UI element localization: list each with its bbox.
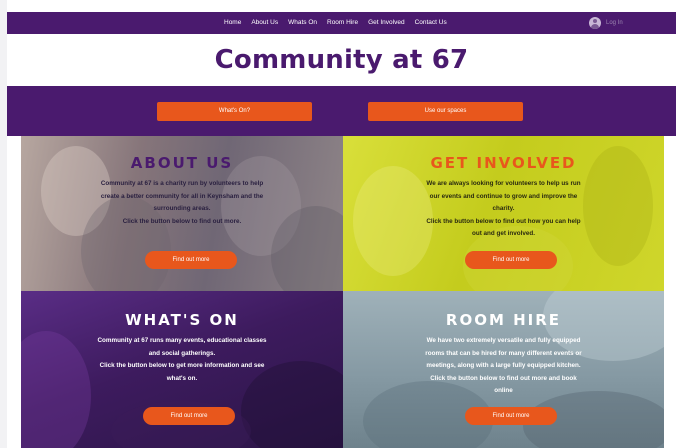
nav-link-contact-us[interactable]: Contact Us — [410, 12, 452, 34]
get-involved-content: GET INVOLVED We are always looking for v… — [343, 136, 664, 291]
get-involved-line: charity. — [492, 205, 515, 212]
whats-on-line: and social gatherings. — [148, 349, 216, 357]
room-hire-heading: ROOM HIRE — [445, 311, 562, 329]
login-label: Log In — [606, 20, 623, 26]
about-us-tile: ABOUT US Community at 67 is a charity ru… — [21, 136, 343, 291]
about-us-line: create a better community for all in Key… — [100, 192, 264, 200]
room-hire-line: Click the button below to find out more … — [430, 374, 577, 382]
whats-on-text: Community at 67 runs many events, educat… — [21, 335, 343, 385]
whats-on-line: what's on. — [166, 374, 198, 382]
cta-band: What's On? Use our spaces — [7, 86, 676, 136]
page: Home About Us Whats On Room Hire Get Inv… — [7, 0, 676, 448]
about-us-heading: ABOUT US — [130, 154, 234, 172]
nav-links: Home About Us Whats On Room Hire Get Inv… — [219, 12, 452, 34]
get-involved-tile: GET INVOLVED We are always looking for v… — [343, 136, 664, 291]
room-hire-line: rooms that can be hired for many differe… — [425, 349, 582, 357]
about-us-line: Click the button below to find out more. — [122, 217, 242, 225]
room-hire-line: meetings, along with a large fully equip… — [426, 362, 581, 369]
whats-on-content: WHAT'S ON Community at 67 runs many even… — [21, 291, 343, 448]
room-hire-line: online — [494, 387, 513, 394]
whats-on-line: Community at 67 runs many events, educat… — [97, 337, 267, 344]
nav-link-about-us[interactable]: About Us — [246, 12, 283, 34]
about-us-content: ABOUT US Community at 67 is a charity ru… — [21, 136, 343, 291]
get-involved-find-out-more-button[interactable]: Find out more — [465, 251, 557, 269]
room-hire-content: ROOM HIRE We have two extremely versatil… — [343, 291, 664, 448]
whats-on-tile: WHAT'S ON Community at 67 runs many even… — [21, 291, 343, 448]
header: Community at 67 — [7, 34, 676, 86]
get-involved-line: our events and continue to grow and impr… — [429, 192, 578, 200]
site-title: Community at 67 — [214, 45, 469, 75]
get-involved-line: out and get involved. — [472, 230, 535, 237]
room-hire-text: We have two extremely versatile and full… — [343, 335, 664, 398]
whats-on-button[interactable]: What's On? — [157, 102, 312, 121]
nav-link-get-involved[interactable]: Get Involved — [363, 12, 410, 34]
nav-link-whats-on[interactable]: Whats On — [283, 12, 322, 34]
about-us-text: Community at 67 is a charity run by volu… — [21, 178, 343, 228]
about-us-line: Community at 67 is a charity run by volu… — [100, 180, 264, 187]
whats-on-find-out-more-button[interactable]: Find out more — [143, 407, 235, 425]
nav-link-home[interactable]: Home — [219, 12, 246, 34]
get-involved-line: Click the button below to find out how y… — [426, 217, 581, 225]
get-involved-line: We are always looking for volunteers to … — [426, 180, 581, 187]
get-involved-text: We are always looking for volunteers to … — [343, 178, 664, 241]
whats-on-line: Click the button below to get more infor… — [99, 362, 265, 369]
about-us-line: surrounding areas. — [153, 205, 211, 212]
whats-on-heading: WHAT'S ON — [125, 311, 239, 329]
nav-link-room-hire[interactable]: Room Hire — [322, 12, 363, 34]
login-button[interactable]: Log In — [589, 16, 623, 30]
room-hire-tile: ROOM HIRE We have two extremely versatil… — [343, 291, 664, 448]
top-strip — [7, 0, 676, 12]
user-avatar-icon — [589, 17, 601, 29]
use-our-spaces-button[interactable]: Use our spaces — [368, 102, 523, 121]
room-hire-find-out-more-button[interactable]: Find out more — [465, 407, 557, 425]
get-involved-heading: GET INVOLVED — [430, 154, 577, 172]
about-us-find-out-more-button[interactable]: Find out more — [145, 251, 237, 269]
room-hire-line: We have two extremely versatile and full… — [426, 337, 581, 344]
nav-bar: Home About Us Whats On Room Hire Get Inv… — [7, 12, 676, 34]
